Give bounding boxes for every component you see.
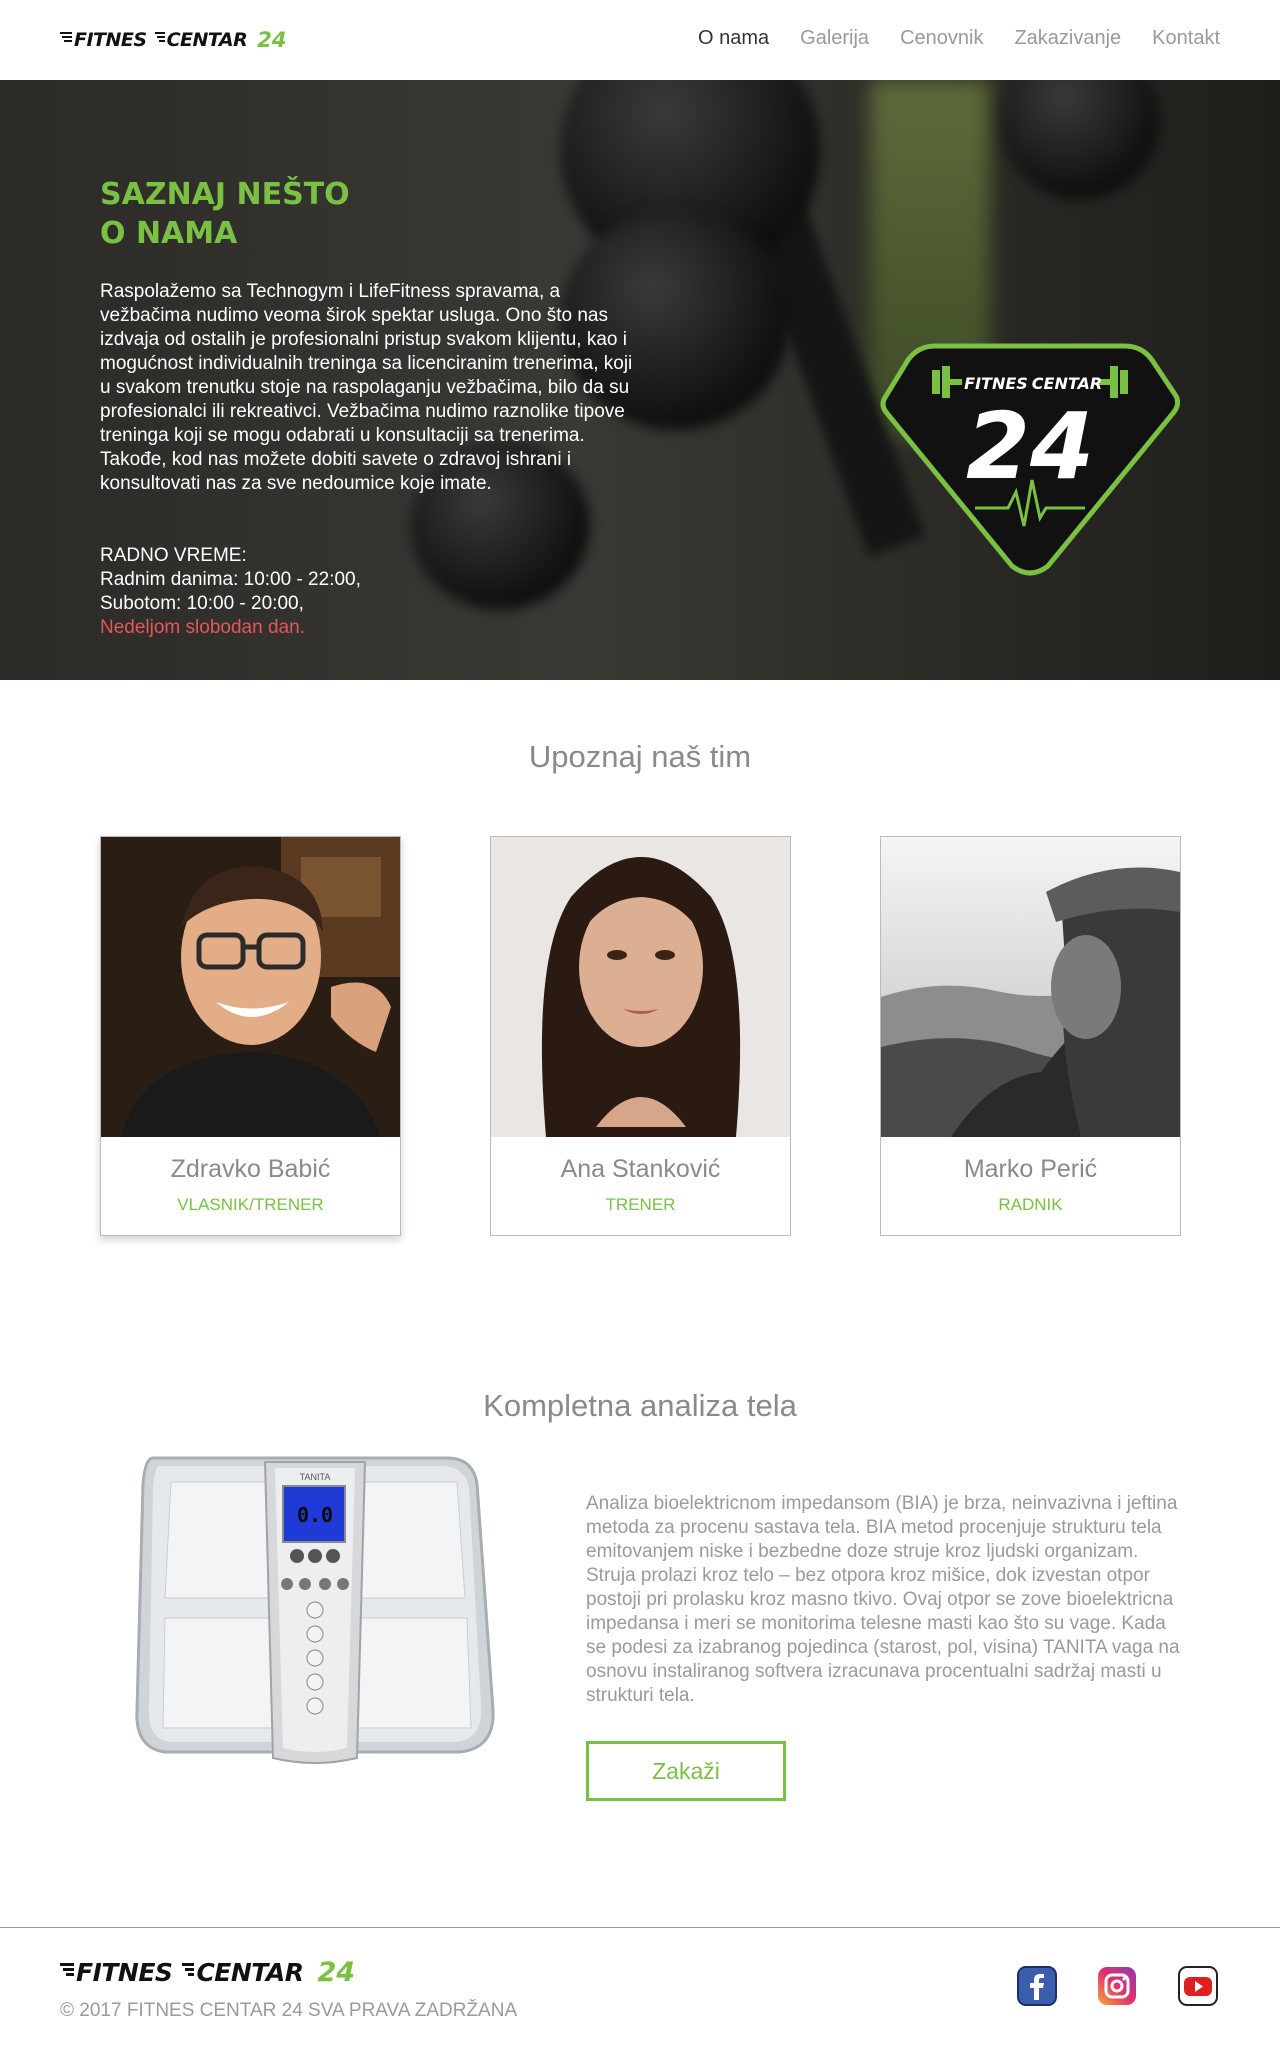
- hero-title: SAZNAJ NEŠTO O NAMA: [100, 175, 500, 253]
- badge-word-centar: CENTAR: [1032, 374, 1102, 393]
- team-member-name: Zdravko Babić: [170, 1155, 331, 1183]
- logo-bars-icon: [154, 30, 165, 51]
- team-member-card[interactable]: Zdravko Babić VLASNIK/TRENER: [100, 836, 401, 1236]
- team-member-name: Ana Stanković: [560, 1155, 721, 1183]
- nav-link-galerija[interactable]: Galerija: [800, 27, 869, 50]
- hero-paragraph: Raspolažemo sa Technogym i LifeFitness s…: [100, 281, 633, 446]
- team-member-card[interactable]: Marko Perić RADNIK: [880, 836, 1181, 1236]
- nav-link-o-nama[interactable]: O nama: [698, 27, 769, 50]
- team-member-name: Marko Perić: [963, 1155, 1098, 1183]
- analysis-description: Analiza bioelektricnom impedansom (BIA) …: [586, 1493, 1180, 1706]
- logo-word-centar: CENTAR: [196, 1957, 304, 1987]
- logo-number: 24: [257, 28, 287, 52]
- logo-bars-icon: [182, 1960, 195, 1985]
- footer-logo[interactable]: FITNES CENTAR 24: [60, 1955, 355, 1989]
- logo-word-centar: CENTAR: [166, 29, 248, 51]
- footer-divider: [0, 1927, 1280, 1928]
- working-hours-saturday: Subotom: 10:00 - 20:00,: [100, 593, 304, 614]
- hero-title-line1: SAZNAJ NEŠTO: [100, 177, 350, 212]
- main-nav: O nama Galerija Cenovnik Zakazivanje Kon…: [698, 0, 1220, 76]
- working-hours-weekdays: Radnim danima: 10:00 - 22:00,: [100, 569, 361, 590]
- hero-section: SAZNAJ NEŠTO O NAMA Raspolažemo sa Techn…: [0, 80, 1280, 680]
- badge-word-fitnes: FITNES: [964, 374, 1028, 393]
- nav-link-zakazivanje[interactable]: Zakazivanje: [1014, 27, 1121, 50]
- nav-link-kontakt[interactable]: Kontakt: [1152, 27, 1220, 50]
- logo-bars-icon: [60, 1960, 74, 1985]
- scale-brand-label: TANITA: [300, 1472, 331, 1482]
- youtube-icon[interactable]: [1178, 1966, 1218, 2006]
- team-section-title: Upoznaj naš tim: [528, 739, 752, 774]
- analysis-section-title: Kompletna analiza tela: [483, 1388, 797, 1423]
- facebook-icon[interactable]: [1017, 1966, 1057, 2006]
- team-member-photo: [491, 837, 790, 1137]
- team-member-role: VLASNIK/TRENER: [177, 1195, 324, 1214]
- site-header: FITNES CENTAR 24 O nama Galerija Cenovni…: [0, 0, 1280, 80]
- team-member-card[interactable]: Ana Stanković TRENER: [490, 836, 791, 1236]
- copyright-text: © 2017 FITNES CENTAR 24 SVA PRAVA ZADRŽA…: [60, 2000, 518, 2021]
- gym-badge-logo: FITNES CENTAR 24: [880, 340, 1181, 576]
- working-hours-title: RADNO VREME:: [100, 545, 247, 566]
- team-member-photo: [881, 837, 1180, 1137]
- logo-bars-icon: [60, 30, 72, 51]
- team-member-photo: [101, 837, 400, 1137]
- hero-description: Raspolažemo sa Technogym i LifeFitness s…: [100, 280, 645, 496]
- team-member-role: TRENER: [605, 1195, 676, 1214]
- scale-display-value: 0.0: [297, 1503, 333, 1527]
- hero-paragraph: Takođe, kod nas možete dobiti savete o z…: [100, 449, 572, 494]
- logo-word-fitnes: FITNES: [74, 29, 147, 51]
- body-analysis-scale-image: TANITA 0.0: [135, 1448, 495, 1768]
- hero-background-weight: [1000, 80, 1160, 200]
- team-member-role: RADNIK: [998, 1195, 1063, 1214]
- logo-word-fitnes: FITNES: [76, 1957, 173, 1987]
- header-logo[interactable]: FITNES CENTAR 24: [60, 25, 286, 55]
- working-hours: RADNO VREME: Radnim danima: 10:00 - 22:0…: [100, 544, 361, 640]
- working-hours-sunday: Nedeljom slobodan dan.: [100, 617, 305, 638]
- zakazi-button[interactable]: Zakaži: [586, 1741, 786, 1801]
- logo-number: 24: [317, 1956, 356, 1988]
- hero-title-line2: O NAMA: [100, 216, 238, 251]
- instagram-icon[interactable]: [1097, 1966, 1137, 2006]
- nav-link-cenovnik[interactable]: Cenovnik: [900, 27, 983, 50]
